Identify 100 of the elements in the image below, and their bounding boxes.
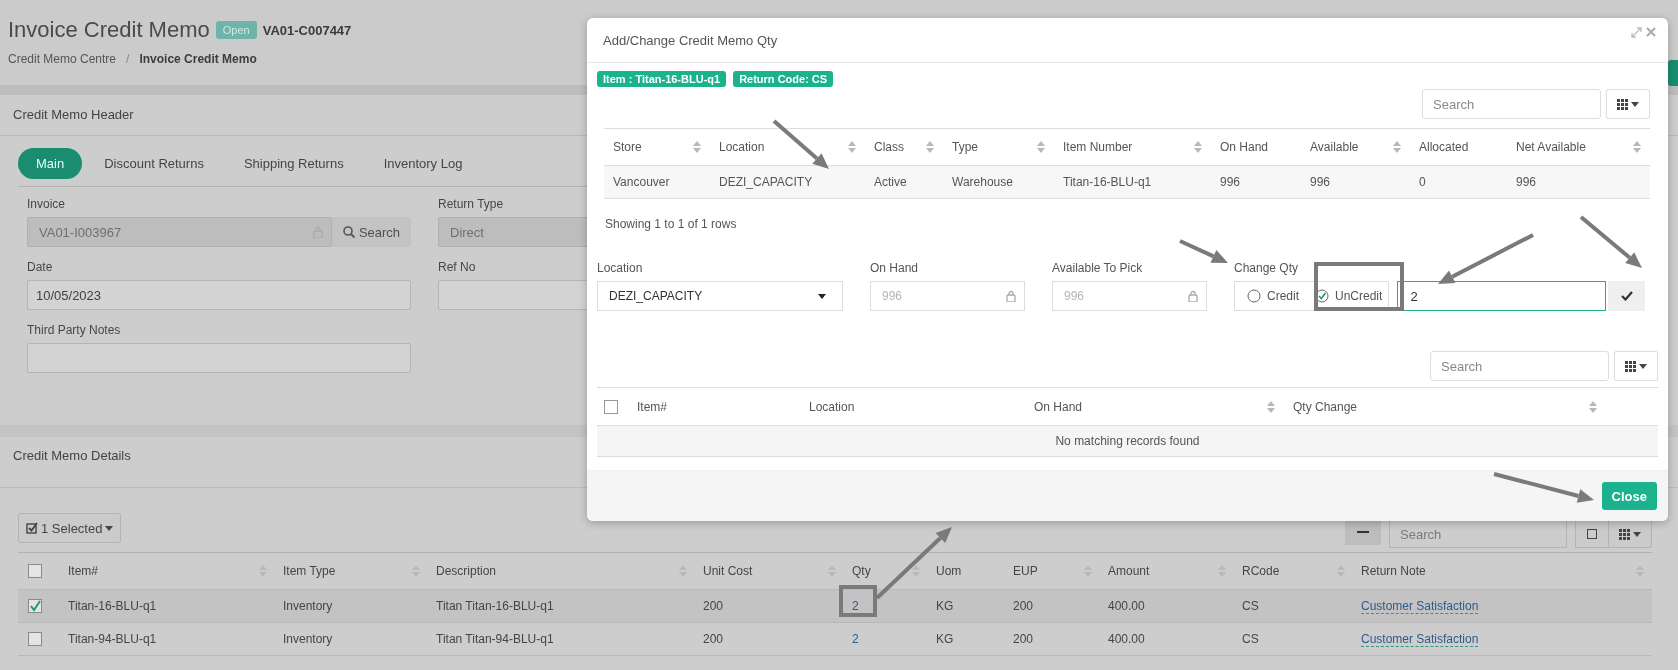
quantity-field[interactable]: 2 xyxy=(1397,281,1607,311)
export-icon xyxy=(1587,529,1597,539)
return-note-link[interactable]: Customer Satisfaction xyxy=(1361,598,1479,614)
field-label: Change Qty xyxy=(1234,261,1299,275)
column-header: Uom xyxy=(936,564,962,578)
column-header: Return Note xyxy=(1361,564,1426,578)
column-header: EUP xyxy=(1013,564,1038,578)
table-cell: Warehouse xyxy=(952,175,1013,189)
column-header: Allocated xyxy=(1419,140,1469,154)
modal-title: Add/Change Credit Memo Qty xyxy=(603,32,778,48)
annotation-arrow xyxy=(772,119,829,169)
expand-icon[interactable] xyxy=(1631,26,1642,38)
radio-button[interactable] xyxy=(1247,289,1261,303)
caret-icon xyxy=(1633,531,1641,537)
location-dropdown[interactable]: DEZI_CAPACITY xyxy=(597,281,843,311)
annotation-arrow xyxy=(1579,215,1642,268)
checkbox[interactable] xyxy=(28,632,42,646)
input-field[interactable] xyxy=(27,343,411,373)
search-field[interactable]: Search xyxy=(1422,89,1601,119)
sort-icon xyxy=(848,141,856,153)
status-badge: Open xyxy=(215,21,257,39)
tab[interactable]: Discount Returns xyxy=(86,148,222,179)
caret-icon xyxy=(818,293,826,299)
grid-icon xyxy=(1625,360,1636,372)
search-field[interactable]: Search xyxy=(1430,351,1609,381)
tab[interactable]: Inventory Log xyxy=(365,148,481,179)
column-header: Store xyxy=(613,140,642,154)
field-label: Available To Pick xyxy=(1052,261,1143,275)
table-cell: CS xyxy=(1242,632,1259,646)
columns-button[interactable] xyxy=(1606,89,1650,119)
table-cell: Inventory xyxy=(283,632,333,646)
search-field[interactable]: Search xyxy=(1389,520,1567,548)
table-cell: 200 xyxy=(1013,599,1034,613)
table-cell: 0 xyxy=(1419,175,1426,189)
field-label: Location xyxy=(597,261,643,275)
table-cell: Titan Titan-16-BLU-q1 xyxy=(436,599,554,613)
table-cell: 996 xyxy=(1310,175,1331,189)
search-icon xyxy=(342,226,355,238)
input-field[interactable]: 10/05/2023 xyxy=(27,280,411,310)
radio-option[interactable]: Credit xyxy=(1235,282,1307,310)
column-header: Qty xyxy=(852,564,871,578)
table-cell: Titan Titan-94-BLU-q1 xyxy=(436,632,554,646)
minus-icon xyxy=(1357,531,1369,533)
lock-icon xyxy=(1006,290,1016,302)
page-title: Invoice Credit Memo xyxy=(8,17,210,43)
qty-link[interactable]: 2 xyxy=(852,632,859,646)
columns-button[interactable] xyxy=(1614,351,1658,381)
sort-icon xyxy=(1393,141,1401,153)
checkbox[interactable] xyxy=(28,599,42,613)
lock-icon xyxy=(1188,290,1198,302)
table-row[interactable]: Titan-94-BLU-q1 Inventory Titan Titan-94-BLU-q1 200 2 KG 200 400.00 CS Customer Satisfaction xyxy=(18,623,1652,656)
tab[interactable]: Shipping Returns xyxy=(225,148,362,179)
table-cell: 400.00 xyxy=(1108,599,1145,613)
collapse-button[interactable] xyxy=(1345,519,1381,545)
highlight-box xyxy=(839,585,877,617)
columns-button[interactable] xyxy=(1608,520,1652,548)
field-label: Date xyxy=(27,260,53,274)
check-icon xyxy=(1620,291,1633,301)
column-header: Type xyxy=(952,140,978,154)
table-cell: 200 xyxy=(1013,632,1034,646)
table-row[interactable]: Titan-16-BLU-q1 Inventory Titan Titan-16-BLU-q1 200 2 KG 200 400.00 CS Customer Satisfaction xyxy=(18,590,1652,623)
column-header: Class xyxy=(874,140,904,154)
close-icon[interactable] xyxy=(1646,27,1656,37)
field-label: Third Party Notes xyxy=(27,323,121,337)
sort-icon xyxy=(1589,400,1597,413)
selection-button[interactable]: 1 Selected xyxy=(18,513,122,543)
table-cell: 996 xyxy=(1516,175,1537,189)
column-header: RCode xyxy=(1242,564,1280,578)
pagination-info: Showing 1 to 1 of 1 rows xyxy=(605,217,738,231)
field-label: Return Type xyxy=(438,197,504,211)
document-number: VA01-C007447 xyxy=(262,22,352,38)
breadcrumb-separator: / xyxy=(126,52,130,66)
table-cell: Titan-16-BLU-q1 xyxy=(1063,175,1152,189)
column-header: Item# xyxy=(637,399,667,414)
export-button[interactable] xyxy=(1575,520,1609,548)
column-header: Item Number xyxy=(1063,140,1133,154)
grid-icon xyxy=(1617,98,1628,110)
column-header: Item Type xyxy=(283,564,336,578)
caret-icon xyxy=(105,525,114,531)
table-cell: 996 xyxy=(1220,175,1241,189)
table-cell: 200 xyxy=(703,632,724,646)
checkbox[interactable] xyxy=(604,399,618,414)
field-label: Ref No xyxy=(438,260,476,274)
info-badge: Item : Titan-16-BLU-q1 xyxy=(597,71,727,87)
caret-icon xyxy=(1631,101,1639,107)
tab[interactable]: Main xyxy=(18,148,83,179)
breadcrumb-link[interactable]: Credit Memo Centre xyxy=(8,52,117,66)
table-cell: Titan-94-BLU-q1 xyxy=(68,632,157,646)
table-cell: KG xyxy=(936,599,954,613)
qty-link[interactable]: 2 xyxy=(852,599,859,613)
breadcrumb-current: Invoice Credit Memo xyxy=(139,52,257,66)
confirm-button[interactable] xyxy=(1608,281,1646,311)
sort-icon xyxy=(1194,141,1202,153)
column-header: On Hand xyxy=(1034,399,1083,414)
column-header: Location xyxy=(719,140,765,154)
grid-icon xyxy=(1619,528,1630,540)
column-header: On Hand xyxy=(1220,140,1269,154)
checkbox[interactable] xyxy=(28,564,42,578)
return-note-link[interactable]: Customer Satisfaction xyxy=(1361,631,1479,647)
radio-option[interactable]: UnCredit xyxy=(1307,282,1389,310)
